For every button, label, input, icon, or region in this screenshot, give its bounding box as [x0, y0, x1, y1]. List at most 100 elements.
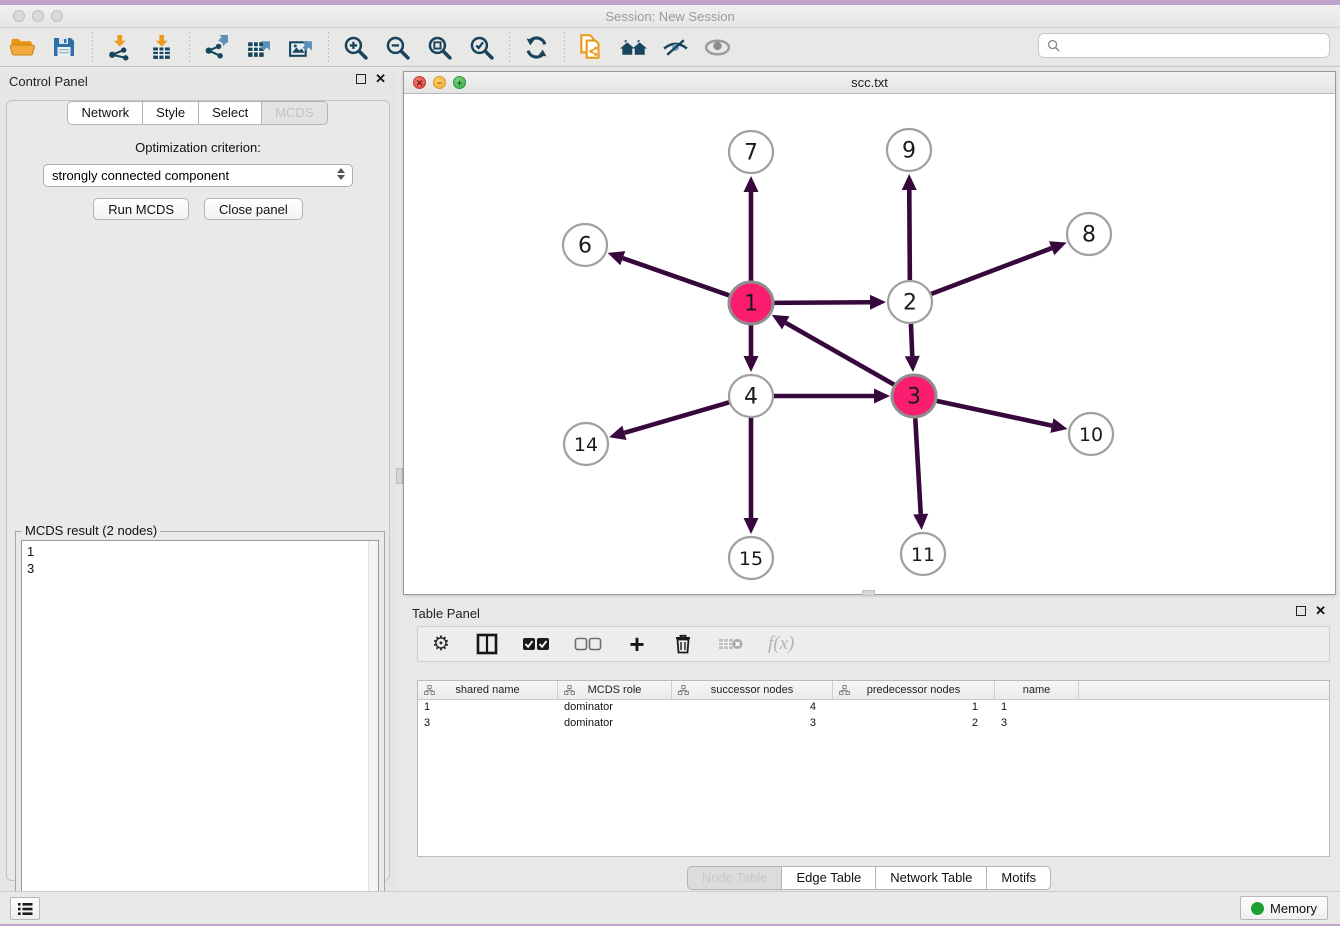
- zoom-window-icon[interactable]: [51, 10, 63, 22]
- export-table-icon[interactable]: [241, 31, 275, 63]
- table-panel: Table Panel ✕ ⚙ + f(x): [403, 600, 1336, 893]
- table-cell[interactable]: dominator: [558, 716, 672, 732]
- network-close-icon[interactable]: ✕: [413, 76, 426, 89]
- clone-network-icon[interactable]: [574, 31, 608, 63]
- home-layout-icon[interactable]: [616, 31, 650, 63]
- edge-3-11[interactable]: [915, 416, 921, 514]
- graph-node-label-10: 10: [1079, 424, 1103, 446]
- graph-node-label-8: 8: [1082, 223, 1096, 248]
- toolbar-separator: [189, 32, 190, 62]
- show-all-eye-icon[interactable]: [700, 31, 734, 63]
- table-cell[interactable]: 3: [418, 716, 558, 732]
- close-panel-button[interactable]: Close panel: [204, 198, 303, 220]
- graph-node-label-9: 9: [902, 139, 916, 164]
- edge-3-10[interactable]: [934, 400, 1052, 425]
- panel-split-divider[interactable]: [396, 68, 403, 891]
- tab-style[interactable]: Style: [142, 101, 199, 125]
- network-window-titlebar[interactable]: ✕ − + scc.txt: [404, 72, 1335, 94]
- close-panel-icon[interactable]: ✕: [375, 74, 386, 84]
- edge-3-1[interactable]: [786, 323, 897, 386]
- table-cell[interactable]: 3: [995, 716, 1079, 732]
- list-icon: [17, 902, 33, 916]
- column-header-name[interactable]: name: [995, 681, 1079, 699]
- add-column-icon[interactable]: +: [626, 631, 648, 657]
- column-header-shared-name[interactable]: shared name: [418, 681, 558, 699]
- function-builder-icon: f(x): [768, 631, 794, 657]
- application-window: Session: New Session: [0, 5, 1340, 924]
- export-image-icon[interactable]: [283, 31, 317, 63]
- zoom-selected-icon[interactable]: [464, 31, 498, 63]
- close-table-panel-icon[interactable]: ✕: [1315, 606, 1326, 616]
- refresh-view-icon[interactable]: [519, 31, 553, 63]
- node-table[interactable]: shared nameMCDS rolesuccessor nodesprede…: [417, 680, 1330, 857]
- graph-node-label-15: 15: [739, 548, 763, 570]
- edge-2-9[interactable]: [909, 190, 910, 282]
- minimize-window-icon[interactable]: [32, 10, 44, 22]
- tab-select[interactable]: Select: [198, 101, 262, 125]
- run-mcds-button[interactable]: Run MCDS: [93, 198, 189, 220]
- window-resize-grip[interactable]: [862, 590, 875, 596]
- import-network-icon[interactable]: [102, 31, 136, 63]
- toolbar-separator: [509, 32, 510, 62]
- search-box[interactable]: [1038, 33, 1330, 58]
- memory-button[interactable]: Memory: [1240, 896, 1328, 920]
- open-session-icon[interactable]: [5, 31, 39, 63]
- app-title: Session: New Session: [0, 5, 1340, 28]
- result-scrollbar[interactable]: [368, 541, 378, 907]
- criterion-select[interactable]: strongly connected component: [43, 164, 353, 187]
- export-network-icon[interactable]: [199, 31, 233, 63]
- close-window-icon[interactable]: [13, 10, 25, 22]
- window-traffic-lights-inactive[interactable]: [13, 10, 63, 22]
- table-cell[interactable]: 1: [995, 700, 1079, 716]
- table-cell[interactable]: dominator: [558, 700, 672, 716]
- delete-column-trash-icon[interactable]: [672, 631, 694, 657]
- tab-network-table[interactable]: Network Table: [875, 866, 987, 890]
- edge-1-2[interactable]: [771, 302, 870, 303]
- float-table-panel-icon[interactable]: [1296, 606, 1306, 616]
- select-stepper-icon: [337, 168, 345, 180]
- edge-2-8[interactable]: [929, 248, 1052, 295]
- column-header-successor-nodes[interactable]: successor nodes: [672, 681, 833, 699]
- network-canvas[interactable]: 7968124314101511: [404, 94, 1335, 594]
- save-session-icon[interactable]: [47, 31, 81, 63]
- table-row[interactable]: 3dominator323: [418, 716, 1329, 732]
- task-history-button[interactable]: [10, 897, 40, 920]
- select-all-icon[interactable]: [522, 631, 550, 657]
- zoom-out-icon[interactable]: [380, 31, 414, 63]
- mcds-result-title: MCDS result (2 nodes): [22, 523, 160, 538]
- edge-1-6[interactable]: [623, 258, 732, 296]
- column-header-predecessor-nodes[interactable]: predecessor nodes: [833, 681, 995, 699]
- hide-selected-eye-icon[interactable]: [658, 31, 692, 63]
- mcds-result-text[interactable]: 1 3: [21, 540, 379, 908]
- table-cell[interactable]: 2: [833, 716, 995, 732]
- show-columns-icon[interactable]: [476, 631, 498, 657]
- table-cell[interactable]: 3: [672, 716, 833, 732]
- tab-network[interactable]: Network: [67, 101, 143, 125]
- table-cell[interactable]: 1: [418, 700, 558, 716]
- tab-edge-table[interactable]: Edge Table: [781, 866, 876, 890]
- table-row[interactable]: 1dominator411: [418, 700, 1329, 716]
- network-maximize-icon[interactable]: +: [453, 76, 466, 89]
- control-panel-tabs: NetworkStyleSelectMCDS: [0, 101, 396, 125]
- tab-mcds[interactable]: MCDS: [261, 101, 327, 125]
- column-header-MCDS-role[interactable]: MCDS role: [558, 681, 672, 699]
- float-panel-icon[interactable]: [356, 74, 366, 84]
- table-cell[interactable]: 1: [833, 700, 995, 716]
- memory-label: Memory: [1270, 901, 1317, 916]
- search-input[interactable]: [1066, 39, 1321, 53]
- arrowhead-1-4: [744, 356, 759, 372]
- divider-grip[interactable]: [396, 468, 403, 484]
- import-table-icon[interactable]: [144, 31, 178, 63]
- network-minimize-icon[interactable]: −: [433, 76, 446, 89]
- zoom-fit-icon[interactable]: [422, 31, 456, 63]
- tab-motifs[interactable]: Motifs: [986, 866, 1051, 890]
- toolbar-separator: [92, 32, 93, 62]
- table-options-gear-icon[interactable]: ⚙: [430, 631, 452, 657]
- edge-4-14[interactable]: [624, 402, 731, 433]
- zoom-in-icon[interactable]: [338, 31, 372, 63]
- tab-node-table[interactable]: Node Table: [687, 866, 783, 890]
- deselect-all-icon[interactable]: [574, 631, 602, 657]
- edge-2-3[interactable]: [911, 322, 912, 356]
- table-header-row: shared nameMCDS rolesuccessor nodesprede…: [418, 681, 1329, 700]
- table-cell[interactable]: 4: [672, 700, 833, 716]
